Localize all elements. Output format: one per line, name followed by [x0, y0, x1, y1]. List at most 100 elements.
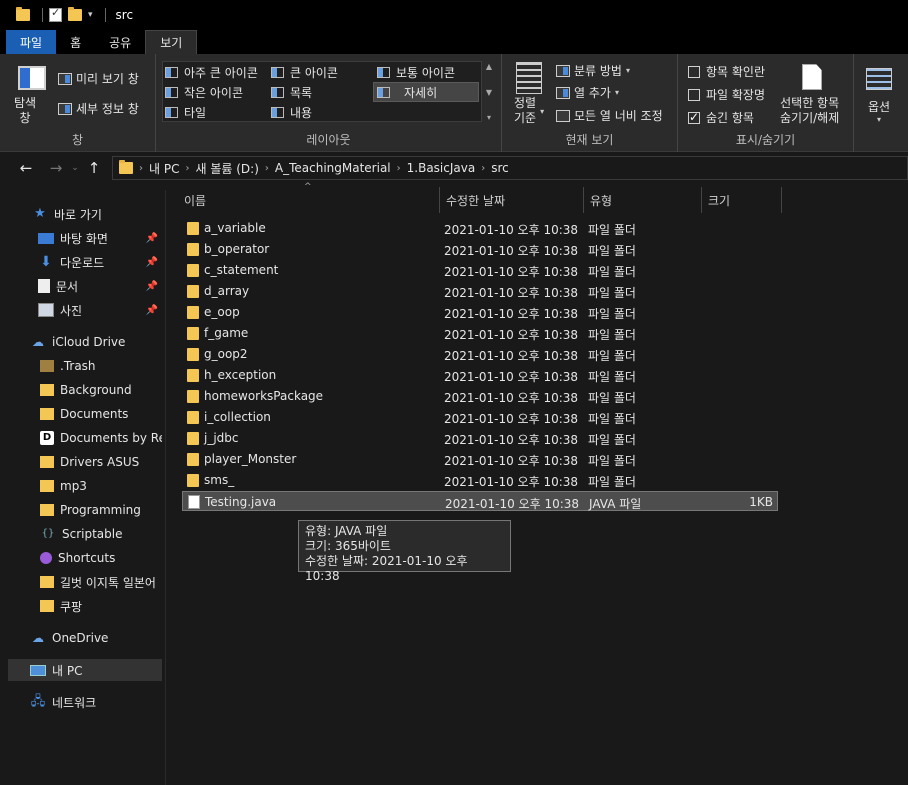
- nav-icloud-item[interactable]: D Documents by Rea: [0, 427, 162, 449]
- breadcrumb-src[interactable]: src: [491, 161, 509, 175]
- layout-list[interactable]: 목록: [271, 84, 312, 101]
- nav-label: 쿠팡: [60, 599, 83, 614]
- item-checkboxes-toggle[interactable]: 항목 확인란: [688, 63, 765, 80]
- recent-locations-icon[interactable]: ⌄: [68, 163, 82, 173]
- nav-network[interactable]: 🖧 네트워크: [0, 691, 162, 713]
- nav-icloud-item[interactable]: Documents: [0, 403, 162, 425]
- layout-small-icons[interactable]: 작은 아이콘: [165, 84, 243, 101]
- file-row[interactable]: a_variable 2021-01-10 오후 10:38 파일 폴더: [182, 218, 778, 238]
- file-row[interactable]: e_oop 2021-01-10 오후 10:38 파일 폴더: [182, 302, 778, 322]
- file-row[interactable]: player_Monster 2021-01-10 오후 10:38 파일 폴더: [182, 449, 778, 469]
- nav-this-pc[interactable]: 내 PC: [8, 659, 162, 681]
- chevron-right-icon[interactable]: ›: [397, 163, 401, 174]
- nav-icloud-drive[interactable]: ☁ iCloud Drive: [0, 331, 162, 353]
- file-type: 파일 폴더: [588, 265, 636, 279]
- file-row[interactable]: g_oop2 2021-01-10 오후 10:38 파일 폴더: [182, 344, 778, 364]
- layout-gallery-scroll[interactable]: ▲ ▼ ▾: [483, 62, 495, 122]
- options-button[interactable]: 옵션 ▾: [868, 98, 890, 124]
- tab-file[interactable]: 파일: [6, 30, 57, 54]
- hidden-items-toggle[interactable]: 숨긴 항목: [688, 109, 754, 126]
- column-header-type[interactable]: 유형: [584, 187, 702, 213]
- nav-icloud-item[interactable]: Shortcuts: [0, 547, 162, 569]
- properties-icon[interactable]: [49, 6, 62, 22]
- file-row[interactable]: homeworksPackage 2021-01-10 오후 10:38 파일 폴더: [182, 386, 778, 406]
- tab-share[interactable]: 공유: [95, 30, 145, 54]
- more-icon[interactable]: ▾: [487, 113, 491, 122]
- chevron-right-icon[interactable]: ›: [185, 163, 189, 174]
- new-folder-icon[interactable]: [68, 7, 82, 21]
- file-row[interactable]: Testing.java 2021-01-10 오후 10:38 JAVA 파일 1K…: [182, 491, 778, 511]
- file-row[interactable]: b_operator 2021-01-10 오후 10:38 파일 폴더: [182, 239, 778, 259]
- file-row[interactable]: sms_ 2021-01-10 오후 10:38 파일 폴더: [182, 470, 778, 490]
- file-modified: 2021-01-10 오후 10:38: [444, 244, 579, 258]
- nav-documents[interactable]: 문서 📌: [0, 275, 162, 297]
- file-row[interactable]: c_statement 2021-01-10 오후 10:38 파일 폴더: [182, 260, 778, 280]
- navigation-pane-button[interactable]: 탐색 창: [14, 96, 36, 126]
- nav-desktop[interactable]: 바탕 화면 📌: [0, 227, 162, 249]
- nav-label: Programming: [60, 503, 141, 517]
- chevron-right-icon[interactable]: ›: [265, 163, 269, 174]
- layout-medium-icons[interactable]: 보통 아이콘: [377, 64, 455, 81]
- chevron-right-icon[interactable]: ›: [139, 163, 143, 174]
- file-extensions-toggle[interactable]: 파일 확장명: [688, 86, 765, 103]
- picture-icon: [38, 303, 54, 317]
- tab-view[interactable]: 보기: [145, 30, 198, 54]
- nav-downloads[interactable]: ⬇ 다운로드 📌: [0, 251, 162, 273]
- folder-icon: [187, 390, 199, 403]
- tab-home[interactable]: 홈: [56, 30, 95, 54]
- nav-icloud-item[interactable]: 길벗 이지톡 일본어: [0, 571, 162, 593]
- column-label: 수정한 날짜: [446, 193, 506, 208]
- file-extensions-checkbox[interactable]: [688, 88, 700, 101]
- hidden-items-checkbox[interactable]: [688, 110, 700, 124]
- layout-details[interactable]: 자세히: [373, 82, 479, 102]
- folder-icon: [40, 480, 54, 492]
- size-all-columns-button[interactable]: 모든 열 너비 조정: [556, 107, 663, 124]
- nav-onedrive[interactable]: ☁ OneDrive: [0, 627, 162, 649]
- address-bar[interactable]: › 내 PC › 새 볼륨 (D:) › A_TeachingMaterial …: [112, 156, 908, 180]
- nav-icloud-item[interactable]: Drivers ASUS: [0, 451, 162, 473]
- layout-extra-large-icons[interactable]: 아주 큰 아이콘: [165, 64, 258, 81]
- nav-icloud-item[interactable]: 쿠팡: [0, 595, 162, 617]
- chevron-down-icon[interactable]: ▼: [486, 88, 492, 97]
- chevron-up-icon[interactable]: ▲: [486, 62, 492, 71]
- nav-icloud-item[interactable]: .Trash: [0, 355, 162, 377]
- breadcrumb-this-pc[interactable]: 내 PC: [149, 160, 179, 177]
- file-row[interactable]: i_collection 2021-01-10 오후 10:38 파일 폴더: [182, 407, 778, 427]
- file-row[interactable]: h_exception 2021-01-10 오후 10:38 파일 폴더: [182, 365, 778, 385]
- add-columns-button[interactable]: 열 추가 ▾: [556, 84, 619, 101]
- column-header-modified[interactable]: 수정한 날짜: [440, 187, 584, 213]
- folder-icon: [40, 576, 54, 588]
- breadcrumb-teaching-material[interactable]: A_TeachingMaterial: [275, 161, 391, 175]
- column-header-size[interactable]: 크기: [702, 187, 782, 213]
- preview-pane-button[interactable]: 미리 보기 창: [58, 70, 139, 87]
- layout-label: 타일: [184, 106, 207, 120]
- nav-icloud-item[interactable]: {} Scriptable: [0, 523, 162, 545]
- back-arrow-icon[interactable]: ←: [14, 159, 38, 177]
- sort-by-button[interactable]: 정렬 기준 ▾: [514, 96, 544, 126]
- column-header-name[interactable]: 이름: [178, 187, 440, 213]
- customize-quick-access-icon[interactable]: ▾: [88, 10, 93, 20]
- layout-tiles[interactable]: 타일: [165, 104, 206, 121]
- layout-content[interactable]: 내용: [271, 104, 312, 121]
- navigation-pane-icon: [18, 66, 46, 90]
- file-row[interactable]: f_game 2021-01-10 오후 10:38 파일 폴더: [182, 323, 778, 343]
- file-row[interactable]: j_jdbc 2021-01-10 오후 10:38 파일 폴더: [182, 428, 778, 448]
- desktop-icon: [38, 232, 54, 244]
- nav-quick-access[interactable]: ★ 바로 가기: [0, 203, 162, 225]
- nav-pictures[interactable]: 사진 📌: [0, 299, 162, 321]
- file-row[interactable]: d_array 2021-01-10 오후 10:38 파일 폴더: [182, 281, 778, 301]
- layout-large-icons[interactable]: 큰 아이콘: [271, 64, 338, 81]
- item-checkboxes-checkbox[interactable]: [688, 65, 700, 78]
- breadcrumb-basicjava[interactable]: 1.BasicJava: [407, 161, 476, 175]
- group-by-button[interactable]: 분류 방법 ▾: [556, 62, 630, 79]
- hide-selected-button[interactable]: 선택한 항목 숨기기/해제: [780, 96, 839, 126]
- up-arrow-icon[interactable]: ↑: [82, 159, 106, 177]
- ribbon-tabs: 파일 홈 공유 보기: [0, 30, 908, 54]
- chevron-right-icon[interactable]: ›: [481, 163, 485, 174]
- details-pane-button[interactable]: 세부 정보 창: [58, 100, 139, 117]
- forward-arrow-icon[interactable]: →: [44, 159, 68, 177]
- breadcrumb-drive[interactable]: 새 볼륨 (D:): [195, 160, 258, 177]
- nav-icloud-item[interactable]: mp3: [0, 475, 162, 497]
- nav-icloud-item[interactable]: Programming: [0, 499, 162, 521]
- nav-icloud-item[interactable]: Background: [0, 379, 162, 401]
